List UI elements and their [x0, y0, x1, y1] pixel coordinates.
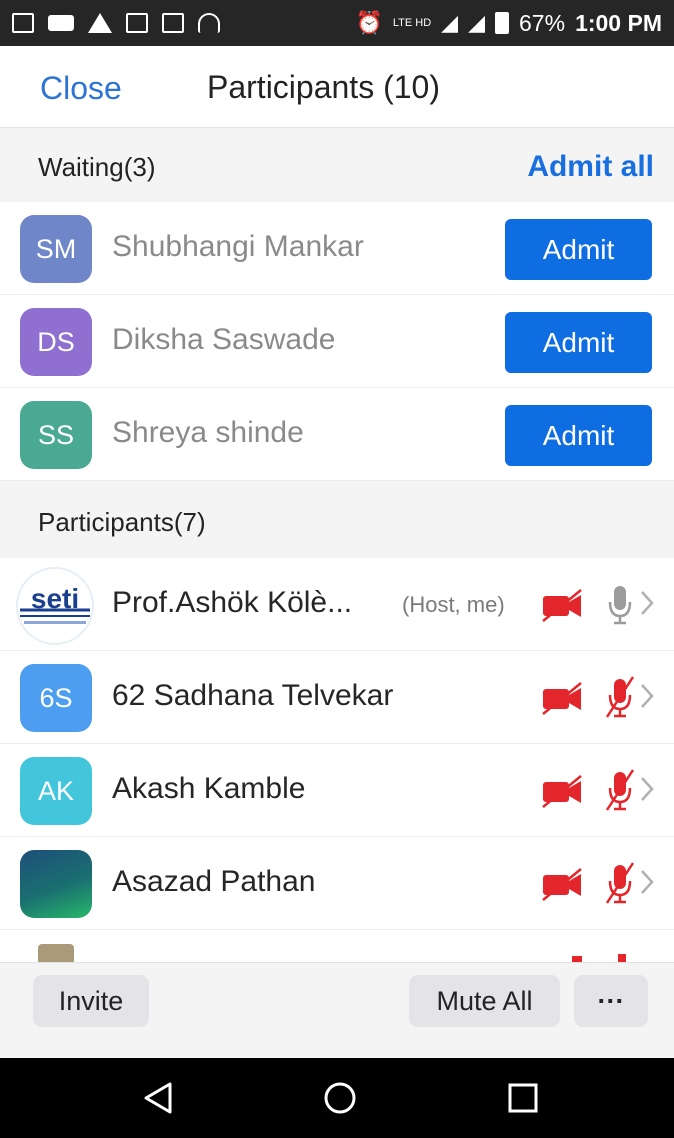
participant-name: Shreya shinde	[112, 416, 304, 449]
mic-muted-icon[interactable]	[604, 768, 636, 812]
admit-button[interactable]: Admit	[505, 312, 652, 373]
waiting-row: DS Diksha Saswade Admit	[0, 295, 674, 388]
gallery-icon	[126, 13, 148, 33]
battery-percent: 67%	[519, 9, 566, 36]
waiting-section-header: Waiting(3) Admit all	[0, 128, 674, 202]
battery-icon	[495, 12, 510, 34]
alarm-icon: ⏰	[355, 10, 383, 35]
seti-logo: seti	[14, 566, 96, 646]
avatar: DS	[20, 308, 92, 376]
participant-name: 62 Sadhana Telvekar	[112, 679, 394, 712]
home-icon[interactable]	[320, 1078, 360, 1118]
participant-name: Prof.Ashök Kölè...	[112, 586, 353, 619]
signal-icon-2: ◢	[468, 10, 486, 35]
participant-row-partial	[0, 940, 674, 962]
video-off-icon[interactable]	[540, 867, 584, 901]
chevron-right-icon	[641, 591, 654, 615]
chevron-right-icon	[641, 870, 654, 894]
participant-row[interactable]: Asazad Pathan	[0, 837, 674, 930]
admit-button[interactable]: Admit	[505, 405, 652, 466]
participant-name: Akash Kamble	[112, 772, 306, 805]
close-button[interactable]: Close	[40, 70, 122, 107]
recents-icon[interactable]	[503, 1078, 543, 1118]
participant-name: Asazad Pathan	[112, 865, 316, 898]
admit-button[interactable]: Admit	[505, 219, 652, 280]
participant-name: Diksha Saswade	[112, 323, 336, 356]
notification-icon	[12, 13, 34, 33]
admit-all-button[interactable]: Admit all	[527, 150, 654, 184]
invite-button[interactable]: Invite	[33, 975, 149, 1027]
chevron-right-icon	[641, 684, 654, 708]
video-off-icon[interactable]	[540, 588, 584, 622]
warning-icon	[88, 13, 112, 33]
participant-role: (Host, me)	[402, 592, 505, 617]
waiting-label: Waiting(3)	[38, 152, 156, 182]
avatar	[20, 850, 92, 918]
network-label: LTE HD	[392, 16, 432, 29]
mic-muted-icon[interactable]	[604, 675, 636, 719]
avatar: AK	[20, 757, 92, 825]
mic-muted-icon	[618, 954, 626, 962]
mic-muted-icon[interactable]	[604, 861, 636, 905]
participant-row-host[interactable]: seti Prof.Ashök Kölè... (Host, me)	[0, 558, 674, 651]
participant-row[interactable]: AK Akash Kamble	[0, 744, 674, 837]
waiting-row: SM Shubhangi Mankar Admit	[0, 202, 674, 295]
logo-text: seti	[31, 583, 79, 614]
image-icon	[162, 13, 184, 33]
chevron-right-icon	[641, 777, 654, 801]
mute-all-button[interactable]: Mute All	[409, 975, 560, 1027]
more-button[interactable]: ···	[574, 975, 648, 1027]
signal-icon: ◢	[441, 10, 459, 35]
mic-on-icon[interactable]	[604, 582, 636, 626]
system-nav-bar	[0, 1058, 674, 1138]
participants-label: Participants(7)	[38, 507, 206, 537]
participant-row[interactable]: 6S 62 Sadhana Telvekar	[0, 651, 674, 744]
back-icon[interactable]	[140, 1078, 180, 1118]
header: Close Participants (10)	[0, 46, 674, 128]
avatar: SM	[20, 215, 92, 283]
avatar	[38, 944, 74, 962]
headset-icon	[198, 13, 220, 33]
video-off-icon[interactable]	[540, 774, 584, 808]
participant-name: Shubhangi Mankar	[112, 230, 364, 263]
clock: 1:00 PM	[575, 9, 662, 36]
avatar: 6S	[20, 664, 92, 732]
video-off-icon[interactable]	[540, 681, 584, 715]
waiting-row: SS Shreya shinde Admit	[0, 388, 674, 481]
video-icon	[48, 15, 74, 31]
bottom-toolbar: Invite Mute All ···	[0, 962, 674, 1058]
participants-screen: ⏰ LTE HD ◢ ◢ 67% 1:00 PM Close Participa…	[0, 0, 674, 1138]
avatar: SS	[20, 401, 92, 469]
status-bar: ⏰ LTE HD ◢ ◢ 67% 1:00 PM	[0, 0, 674, 46]
participants-section-header: Participants(7)	[0, 481, 674, 558]
page-title: Participants (10)	[207, 69, 440, 105]
